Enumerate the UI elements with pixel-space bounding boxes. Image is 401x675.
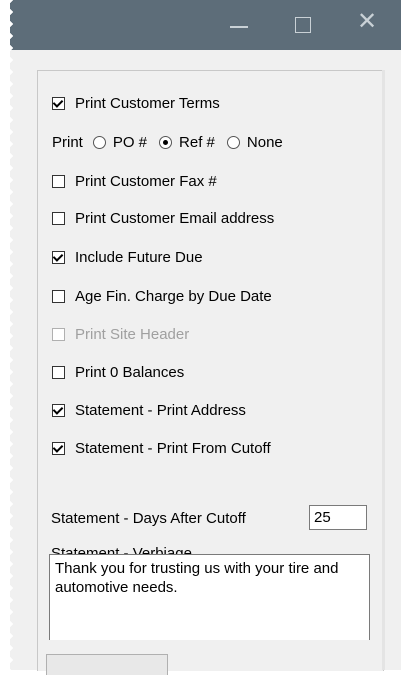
checkbox-box[interactable] xyxy=(52,403,65,417)
statement-print-address-checkbox[interactable]: Statement - Print Address xyxy=(52,400,246,420)
days-after-cutoff-input[interactable] xyxy=(309,505,367,530)
radio-label: PO # xyxy=(112,133,148,151)
title-bar: ✕ xyxy=(10,0,401,50)
torn-edge xyxy=(0,0,14,670)
checkbox-box[interactable] xyxy=(52,441,65,455)
checkbox-label: Print Site Header xyxy=(75,325,190,343)
radio-label: None xyxy=(246,133,283,151)
checkbox-box[interactable] xyxy=(52,174,65,188)
minimize-icon[interactable] xyxy=(230,26,248,28)
checkbox-box[interactable] xyxy=(52,289,65,303)
radio-button[interactable] xyxy=(159,135,173,149)
checkbox-label: Print Customer Terms xyxy=(75,94,220,112)
maximize-icon[interactable] xyxy=(295,17,311,33)
radio-button[interactable] xyxy=(92,135,106,149)
checkbox-box xyxy=(52,327,65,341)
print-customer-email-checkbox[interactable]: Print Customer Email address xyxy=(52,208,274,228)
close-icon[interactable]: ✕ xyxy=(357,10,377,34)
checkbox-label: Print 0 Balances xyxy=(75,363,185,381)
print-choice-label: Print xyxy=(52,133,83,151)
radio-button[interactable] xyxy=(226,135,240,149)
verbiage-textarea[interactable]: Thank you for trusting us with your tire… xyxy=(49,554,370,640)
print-site-header-checkbox: Print Site Header xyxy=(52,324,189,344)
age-fin-charge-checkbox[interactable]: Age Fin. Charge by Due Date xyxy=(52,286,272,306)
checkbox-label: Age Fin. Charge by Due Date xyxy=(75,287,272,305)
checkbox-box[interactable] xyxy=(52,211,65,225)
print-choice-group: Print PO # Ref # None xyxy=(52,132,295,152)
print-customer-fax-checkbox[interactable]: Print Customer Fax # xyxy=(52,171,217,191)
panel-shadow xyxy=(382,70,385,670)
radio-none[interactable]: None xyxy=(226,133,283,151)
radio-ref[interactable]: Ref # xyxy=(159,134,215,151)
checkbox-label: Print Customer Fax # xyxy=(75,172,217,190)
checkbox-box[interactable] xyxy=(52,250,65,264)
statement-print-from-cutoff-checkbox[interactable]: Statement - Print From Cutoff xyxy=(52,438,271,458)
radio-label: Ref # xyxy=(179,133,215,151)
include-future-due-checkbox[interactable]: Include Future Due xyxy=(52,247,203,267)
checkbox-box[interactable] xyxy=(52,96,65,110)
bottom-button[interactable] xyxy=(46,654,168,675)
checkbox-label: Statement - Print Address xyxy=(75,401,246,419)
checkbox-label: Statement - Print From Cutoff xyxy=(75,439,271,457)
print-customer-terms-checkbox[interactable]: Print Customer Terms xyxy=(52,93,220,113)
checkbox-box[interactable] xyxy=(52,365,65,379)
radio-po[interactable]: PO # xyxy=(92,133,148,151)
print-zero-balances-checkbox[interactable]: Print 0 Balances xyxy=(52,362,184,382)
checkbox-label: Include Future Due xyxy=(75,248,203,266)
checkbox-label: Print Customer Email address xyxy=(75,209,275,227)
